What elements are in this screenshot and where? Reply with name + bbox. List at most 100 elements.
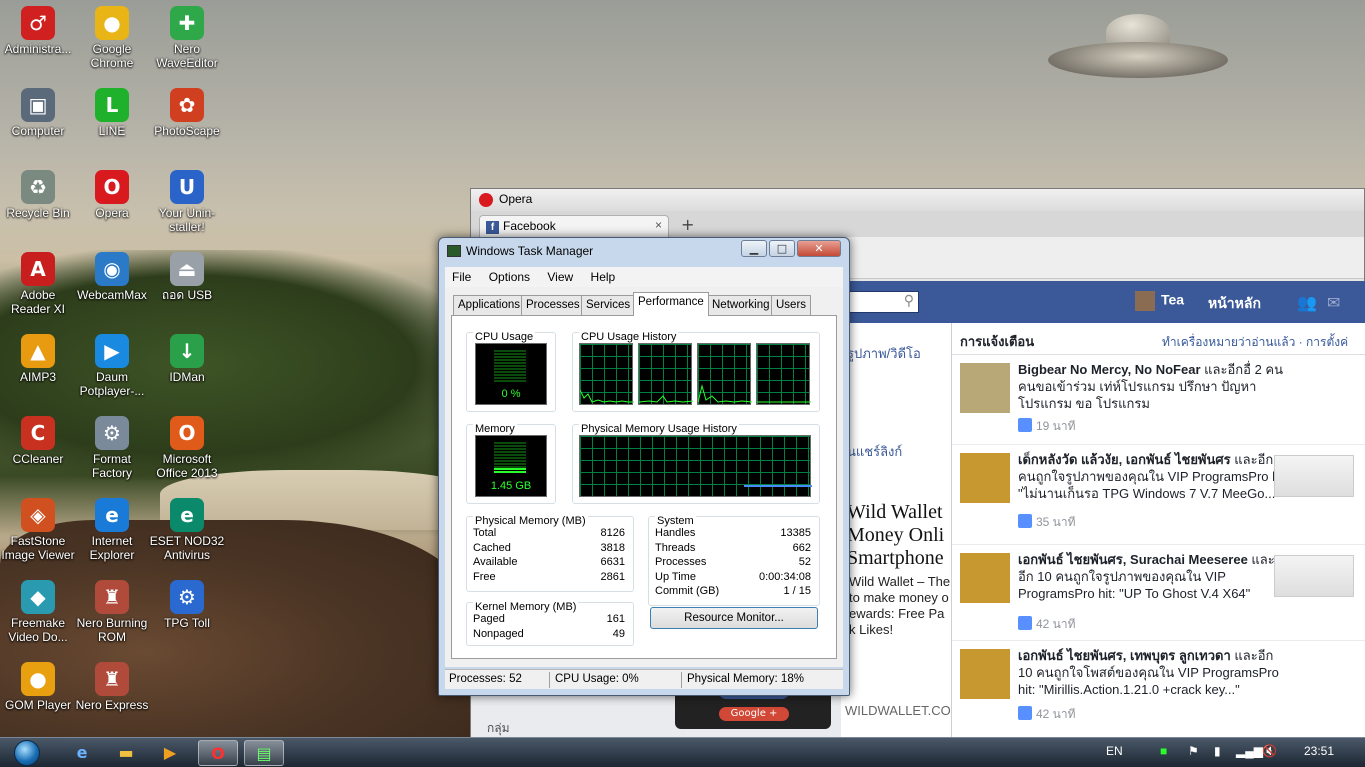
notification-time: 19 นาที	[1018, 417, 1076, 436]
desktop-icon[interactable]: L LINE	[74, 88, 150, 138]
battery-icon[interactable]: ▮	[1214, 744, 1221, 758]
desktop-icon[interactable]: ◉ WebcamMax	[74, 252, 150, 302]
minimize-button[interactable]: ▁	[741, 240, 767, 257]
stat-value: 8126	[600, 527, 625, 539]
app-icon: ◉	[95, 252, 129, 286]
desktop-icon[interactable]: ◆ Freemake Video Do...	[0, 580, 76, 644]
tab-facebook[interactable]: f Facebook ×	[479, 215, 669, 237]
taskbar-task-manager-icon[interactable]: ▤	[244, 740, 284, 766]
photo-video-link[interactable]: รูปภาพ/วิดีโอ	[847, 343, 921, 364]
tab-processes[interactable]: Processes	[521, 295, 585, 315]
desktop-icon[interactable]: ♂ Administra...	[0, 6, 76, 56]
start-button[interactable]	[8, 738, 46, 767]
desktop-icon-label: ESET NOD32 Antivirus	[149, 534, 225, 562]
tab-services[interactable]: Services	[581, 295, 636, 315]
tab-networking[interactable]: Networking	[707, 295, 775, 315]
desktop-icon[interactable]: A Adobe Reader XI	[0, 252, 76, 316]
taskbar-opera-icon[interactable]: O	[198, 740, 238, 766]
desktop-icon-label: Nero Burning ROM	[76, 616, 148, 644]
desktop-icon[interactable]: ⚙ Format Factory	[74, 416, 150, 480]
tab-applications[interactable]: Applications	[453, 295, 526, 315]
desktop-icon[interactable]: ↓ IDMan	[149, 334, 225, 384]
desktop-icon[interactable]: ⏏ ถอด USB	[149, 252, 225, 302]
facebook-search-input[interactable]: ⚲	[849, 291, 919, 313]
desktop-icon[interactable]: ✿ PhotoScape	[149, 88, 225, 138]
stat-row: Threads 662	[655, 542, 811, 554]
messages-icon[interactable]: ✉	[1327, 293, 1340, 312]
task-manager-tray-icon[interactable]: ■	[1160, 744, 1167, 758]
app-icon: ▣	[21, 88, 55, 122]
search-icon[interactable]: ⚲	[904, 293, 914, 309]
flag-icon[interactable]: ⚑	[1188, 744, 1199, 758]
desktop-icon[interactable]: O Opera	[74, 170, 150, 220]
desktop-icon[interactable]: ▶ Daum Potplayer-...	[74, 334, 150, 398]
avatar	[1135, 291, 1155, 311]
desktop-icon[interactable]: ♻ Recycle Bin	[0, 170, 76, 220]
close-button[interactable]: ✕	[797, 240, 841, 257]
stat-value: 662	[792, 541, 811, 554]
desktop-icon[interactable]: ♜ Nero Express	[74, 662, 150, 712]
tab-close-icon[interactable]: ×	[655, 218, 662, 232]
desktop-icon[interactable]: ◈ FastStone Image Viewer	[0, 498, 76, 562]
ad-title[interactable]: Wild Wallet Money Onli Smartphone	[847, 501, 944, 570]
new-tab-button[interactable]: +	[681, 215, 694, 234]
desktop-icon[interactable]: ● Google Chrome	[74, 6, 150, 70]
menu-file[interactable]: File	[445, 267, 478, 287]
taskbar-media-icon[interactable]: ▶	[150, 740, 190, 766]
taskbar-explorer-icon[interactable]: ▬	[106, 740, 146, 766]
taskbar-ie-icon[interactable]: e	[62, 740, 102, 766]
desktop-icon[interactable]: U Your Unin-staller!	[149, 170, 225, 234]
language-indicator[interactable]: EN	[1106, 744, 1123, 758]
friends-icon[interactable]: 👥	[1297, 293, 1317, 312]
desktop-icon[interactable]: ▲ AIMP3	[0, 334, 76, 384]
volume-muted-icon[interactable]: 🔇	[1262, 744, 1277, 758]
stat-row: Cached 3818	[473, 542, 625, 554]
stat-label: Available	[473, 556, 518, 568]
notification-item[interactable]: เอกพันธ์ ไชยพันศร, เทพบุตร ลูกเทวดา และอ…	[952, 641, 1365, 741]
desktop-icon[interactable]: ● GOM Player	[0, 662, 76, 712]
menu-help[interactable]: Help	[584, 267, 623, 287]
notifications-actions[interactable]: ทำเครื่องหมายว่าอ่านแล้ว · การตั้งค่	[1162, 333, 1348, 352]
app-icon: ●	[21, 662, 55, 696]
desktop-icon-label: Opera	[95, 206, 129, 220]
desktop-icon[interactable]: O Microsoft Office 2013	[149, 416, 225, 480]
notifications-panel: การแจ้งเตือน ทำเครื่องหมายว่าอ่านแล้ว · …	[951, 323, 1365, 741]
desktop-icon[interactable]: ♜ Nero Burning ROM	[74, 580, 150, 644]
stat-row: Free 2861	[473, 571, 625, 583]
desktop-icon[interactable]: ⚙ TPG Toll	[149, 580, 225, 630]
desktop-icon[interactable]: ✚ Nero WaveEditor	[149, 6, 225, 70]
facebook-home-link[interactable]: หน้าหลัก	[1208, 293, 1261, 315]
task-manager-titlebar[interactable]: Windows Task Manager	[447, 244, 593, 258]
physical-memory-history-graph	[579, 435, 812, 497]
windows-orb-icon	[14, 740, 40, 766]
share-link-text[interactable]: ันแชร์ลิงก์	[847, 441, 902, 462]
network-icon[interactable]: ▂▄▆	[1236, 744, 1263, 758]
notification-message: Bigbear No Mercy, No NoFear และอีกอื่ 2 …	[1018, 362, 1283, 411]
app-icon: C	[21, 416, 55, 450]
menu-view[interactable]: View	[540, 267, 580, 287]
notification-item[interactable]: เด็กหลังวัด แล้วงัย, เอกพันธ์ ไชยพันศร แ…	[952, 445, 1365, 545]
tab-performance[interactable]: Performance	[633, 292, 709, 316]
notification-item[interactable]: Bigbear No Mercy, No NoFear และอีกอื่ 2 …	[952, 355, 1365, 445]
maximize-button[interactable]: □	[769, 240, 795, 257]
desktop-icon[interactable]: e ESET NOD32 Antivirus	[149, 498, 225, 562]
notification-item[interactable]: เอกพันธ์ ไชยพันศร, Surachai Meeseree และ…	[952, 545, 1365, 641]
desktop-icon[interactable]: ▣ Computer	[0, 88, 76, 138]
menu-options[interactable]: Options	[482, 267, 537, 287]
desktop-icon-label: Microsoft Office 2013	[156, 452, 218, 480]
stat-label: Paged	[473, 613, 505, 625]
desktop-icon-label: Daum Potplayer-...	[79, 370, 145, 398]
stat-row: Handles 13385	[655, 527, 811, 539]
desktop-icon[interactable]: e Internet Explorer	[74, 498, 150, 562]
tab-users[interactable]: Users	[771, 295, 812, 315]
facebook-profile-link[interactable]: Tea	[1135, 291, 1184, 311]
clock[interactable]: 23:51	[1304, 744, 1334, 758]
stat-row: Available 6631	[473, 556, 625, 568]
resource-monitor-button[interactable]: Resource Monitor...	[650, 607, 818, 629]
task-manager-window[interactable]: Windows Task Manager ▁ □ ✕ File Options …	[438, 237, 850, 696]
opera-titlebar[interactable]: Opera	[471, 189, 1364, 211]
desktop-icon[interactable]: C CCleaner	[0, 416, 76, 466]
desktop-icon-label: CCleaner	[12, 452, 64, 466]
stat-row: Up Time 0:00:34:08	[655, 571, 811, 583]
ad-domain[interactable]: WILDWALLET.CO	[845, 703, 951, 718]
